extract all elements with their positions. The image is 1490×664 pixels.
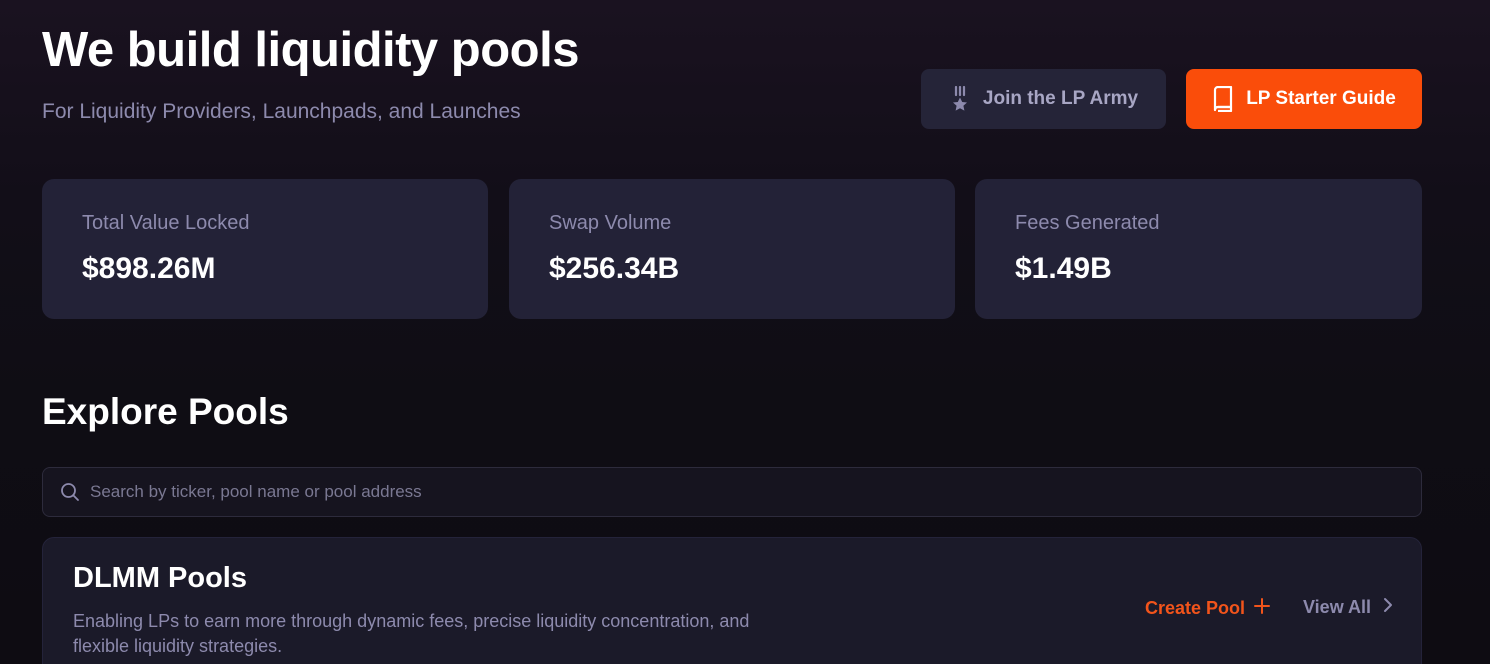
stat-value: $1.49B [1015, 252, 1112, 285]
stat-value: $898.26M [82, 252, 216, 285]
pool-search-bar[interactable] [42, 467, 1422, 517]
page: We build liquidity pools For Liquidity P… [0, 0, 1490, 664]
view-all-label: View All [1303, 597, 1372, 617]
stat-value: $256.34B [549, 252, 680, 285]
lp-starter-guide-label: LP Starter Guide [1246, 88, 1396, 109]
stat-label: Total Value Locked [82, 212, 250, 234]
stat-label: Fees Generated [1015, 212, 1160, 234]
stat-label: Swap Volume [549, 212, 672, 234]
stat-card-fees: Fees Generated $1.49B [975, 179, 1422, 319]
stat-card-tvl: Total Value Locked $898.26M [42, 179, 488, 319]
page-title: We build liquidity pools [42, 23, 579, 77]
join-lp-army-button[interactable]: Join the LP Army [921, 69, 1166, 129]
create-pool-label: Create Pool [1145, 598, 1246, 618]
stat-card-swap-volume: Swap Volume $256.34B [509, 179, 955, 319]
plus-icon [1253, 597, 1271, 620]
explore-pools-heading: Explore Pools [42, 391, 289, 432]
page-subtitle: For Liquidity Providers, Launchpads, and… [42, 100, 521, 123]
dlmm-pools-card: DLMM Pools Enabling LPs to earn more thr… [42, 537, 1422, 664]
dlmm-pools-title: DLMM Pools [73, 562, 247, 594]
search-icon [60, 482, 80, 502]
create-pool-button[interactable]: Create Pool [1145, 597, 1271, 620]
chevron-right-icon [1383, 597, 1393, 618]
medal-star-icon [949, 86, 971, 112]
search-input[interactable] [90, 468, 1421, 516]
view-all-button[interactable]: View All [1303, 597, 1393, 618]
join-lp-army-label: Join the LP Army [982, 88, 1139, 109]
book-icon [1212, 86, 1234, 112]
lp-starter-guide-button[interactable]: LP Starter Guide [1186, 69, 1422, 129]
dlmm-pools-description: Enabling LPs to earn more through dynami… [73, 611, 750, 656]
